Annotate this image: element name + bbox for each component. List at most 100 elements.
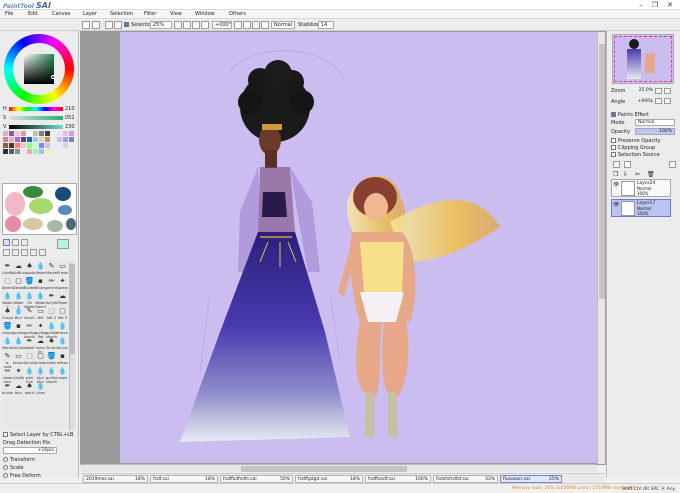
brush-tool[interactable]: ⬚ felt 2 xyxy=(46,307,57,323)
flip-button[interactable] xyxy=(261,21,269,29)
zoom-fit-button[interactable] xyxy=(201,21,209,29)
color-swatch[interactable] xyxy=(63,131,68,136)
brush-tool[interactable]: ♠Crayon xyxy=(2,307,13,323)
brush-tool[interactable]: 💧 Water Blend xyxy=(35,292,46,308)
menu-layer[interactable]: Layer xyxy=(83,11,97,17)
brush-tool[interactable]: ☁ even lin xyxy=(35,337,46,353)
brush-tool[interactable]: ✦gurikaa flat xyxy=(35,322,46,338)
drag-detection-field[interactable]: +16pix xyxy=(3,447,57,454)
color-swatch[interactable] xyxy=(27,131,32,136)
menu-view[interactable]: View xyxy=(170,11,182,17)
color-swatch[interactable] xyxy=(63,143,68,148)
color-swatch[interactable] xyxy=(45,131,50,136)
brush-tool[interactable]: ✏gurikaa shading xyxy=(24,322,35,338)
color-swatch[interactable] xyxy=(9,131,14,136)
document-tab[interactable]: fsdf.sai 18% xyxy=(150,475,218,483)
color-swatch[interactable] xyxy=(57,137,62,142)
minimize-button[interactable]: – xyxy=(634,0,648,10)
layer-opacity-slider[interactable]: 100% xyxy=(635,128,675,135)
nav-rotate-right-button[interactable] xyxy=(664,98,671,104)
zoom-field[interactable]: 25% xyxy=(150,21,172,29)
brush-tool[interactable]: 💧 Blur xyxy=(13,307,24,323)
close-button[interactable]: ✕ xyxy=(663,0,677,10)
menu-canvas[interactable]: Canvas xyxy=(52,11,70,17)
hue-slider[interactable]: H 210 xyxy=(3,106,77,112)
selection-source-option[interactable]: Selection Source xyxy=(611,152,660,158)
brush-tool[interactable]: ☁ blur xyxy=(13,382,24,398)
document-tab[interactable]: 2019mar.sai 18% xyxy=(83,475,148,483)
brush-tool[interactable]: ♠ paint xyxy=(24,382,35,398)
eye-icon[interactable]: 👁 xyxy=(613,182,619,188)
selection-checkbox[interactable] xyxy=(124,22,129,27)
document-tab[interactable]: fsdffgdgd.sai 18% xyxy=(295,475,363,483)
zoom-out-button[interactable] xyxy=(174,21,182,29)
brush-tool[interactable]: 💧Marker xyxy=(2,337,13,353)
rotate-reset-button[interactable] xyxy=(252,21,260,29)
brush-grid-scrollbar[interactable] xyxy=(69,262,75,430)
new-folder-button[interactable] xyxy=(624,161,631,168)
saturation-slider[interactable]: S 052 xyxy=(3,115,77,121)
color-picker-cursor[interactable] xyxy=(51,75,55,79)
color-swatch[interactable] xyxy=(33,131,38,136)
color-swatch[interactable] xyxy=(21,143,26,148)
color-swatch[interactable] xyxy=(33,143,38,148)
color-swatch[interactable] xyxy=(27,137,32,142)
hue-bar[interactable] xyxy=(9,107,63,111)
redo-button[interactable] xyxy=(92,21,100,29)
hand-tool[interactable] xyxy=(30,249,37,256)
scratchpad[interactable] xyxy=(2,183,77,235)
color-swatch[interactable] xyxy=(63,137,68,142)
brush-tool[interactable]: 💧 blur blur xyxy=(35,367,46,383)
brush-tool[interactable]: ♠ Brush xyxy=(46,337,57,353)
brush-tool[interactable]: 🪣Bucket xyxy=(24,277,35,293)
brush-grid-scroll-thumb[interactable] xyxy=(70,264,75,354)
color-swatch[interactable] xyxy=(21,137,26,142)
saturation-bar[interactable] xyxy=(9,116,63,120)
brush-tool[interactable]: 💧gurikaa shading xyxy=(46,367,57,383)
merge-down-icon[interactable]: ⇩ xyxy=(623,171,629,178)
zoom-in-button[interactable] xyxy=(183,21,191,29)
saturation-value-square[interactable] xyxy=(24,54,54,84)
document-tab[interactable]: fsdsfsfsdfsf.sai 33% xyxy=(433,475,498,483)
brush-tool[interactable]: 🪣 sketc xyxy=(46,352,57,368)
color-swatch[interactable] xyxy=(69,137,74,142)
color-swatch[interactable] xyxy=(21,149,26,154)
brush-tool[interactable]: ⬚ Acrylic xyxy=(24,352,35,368)
color-swatch[interactable] xyxy=(45,137,50,142)
color-swatch[interactable] xyxy=(57,143,62,148)
brush-tool[interactable]: 💧 pink line xyxy=(24,367,35,383)
brush-tool[interactable]: ✏ pencil xyxy=(46,277,57,293)
brush-tool[interactable]: ▢ bristle xyxy=(35,352,46,368)
brush-tool[interactable]: 🪣crayon xyxy=(2,322,13,338)
zoom-reset-button[interactable] xyxy=(192,21,200,29)
layer-menu-button[interactable] xyxy=(669,161,676,168)
brush-tool[interactable]: ⬚ Select xyxy=(2,277,13,293)
free-deform-option[interactable]: Free Deform xyxy=(3,473,41,479)
eye-icon[interactable]: 👁 xyxy=(613,202,619,208)
color-swatch[interactable] xyxy=(69,131,74,136)
undo-button[interactable] xyxy=(82,21,90,29)
color-swatch[interactable] xyxy=(21,131,26,136)
brush-tool[interactable]: ▢Deselect xyxy=(13,277,24,293)
brush-tool[interactable]: 💧 Water 2 xyxy=(2,292,13,308)
document-tab[interactable]: flusooon.sai 25% xyxy=(500,475,562,483)
nav-rotate-left-button[interactable] xyxy=(655,98,662,104)
rotate-tool[interactable] xyxy=(21,249,28,256)
color-swatch[interactable] xyxy=(57,131,62,136)
stabilizer-select[interactable]: 14 xyxy=(318,21,334,29)
menu-others[interactable]: Others xyxy=(229,11,246,17)
value-slider[interactable]: V 230 xyxy=(3,124,77,130)
value-bar[interactable] xyxy=(9,125,63,129)
magic-wand-tool[interactable] xyxy=(21,239,28,246)
brush-tool[interactable]: ▪ Binary xyxy=(35,277,46,293)
rotation-field[interactable]: +000° xyxy=(212,21,232,29)
brush-tool[interactable]: ♠ spade xyxy=(24,262,35,278)
clear-layer-icon[interactable]: ✂ xyxy=(635,171,641,178)
paints-effect-checkbox[interactable] xyxy=(611,112,616,117)
move-tool[interactable] xyxy=(3,249,10,256)
brush-tool[interactable]: 💧 snow xyxy=(57,367,68,383)
transform-option[interactable]: Transform xyxy=(3,457,35,463)
menu-edit[interactable]: Edit xyxy=(28,11,38,17)
brush-tool[interactable]: 💧 Acrylic xyxy=(57,337,68,353)
selection-source-checkbox[interactable] xyxy=(611,152,616,157)
